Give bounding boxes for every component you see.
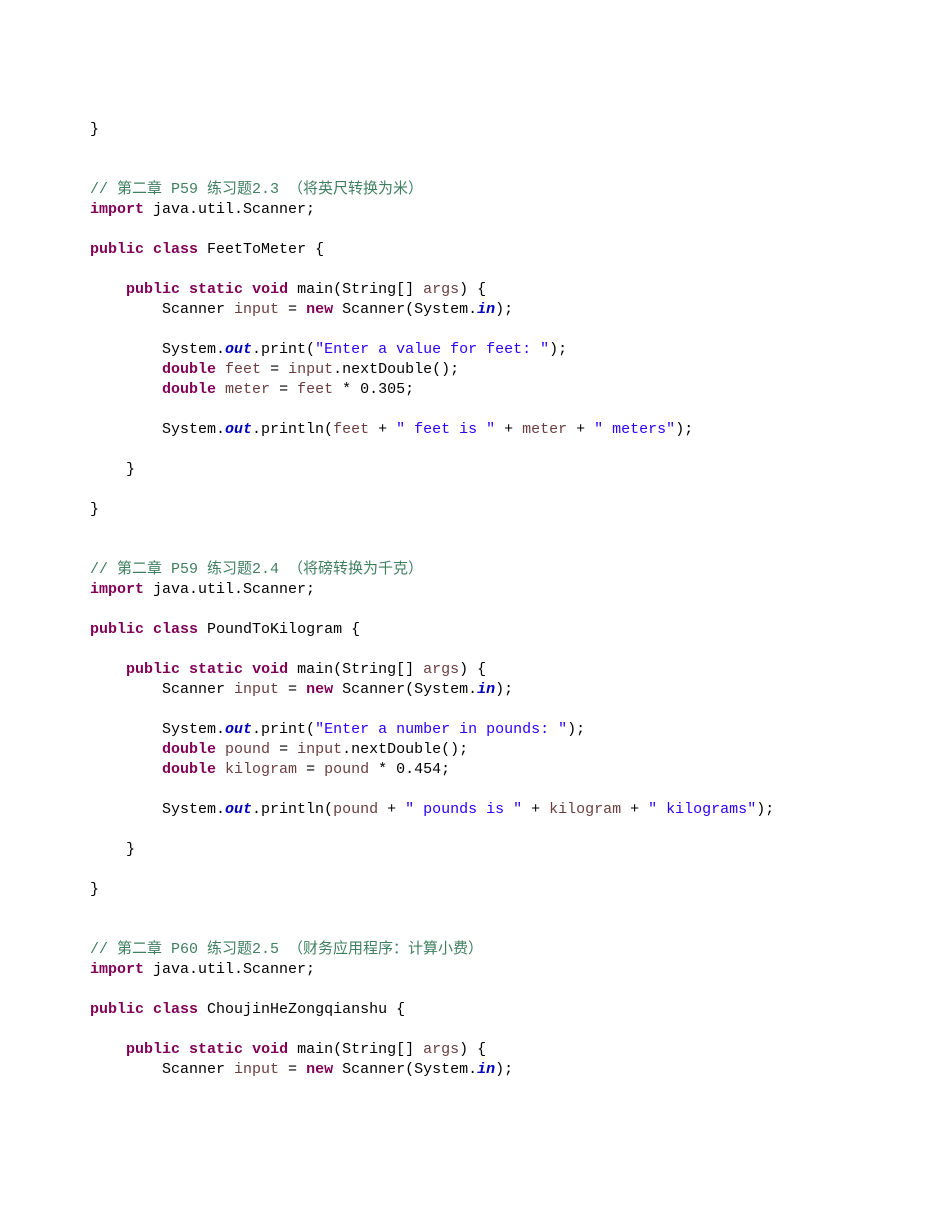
- code-page: } // 第二章 P59 练习题2.3 （将英尺转换为米） import jav…: [0, 0, 945, 1140]
